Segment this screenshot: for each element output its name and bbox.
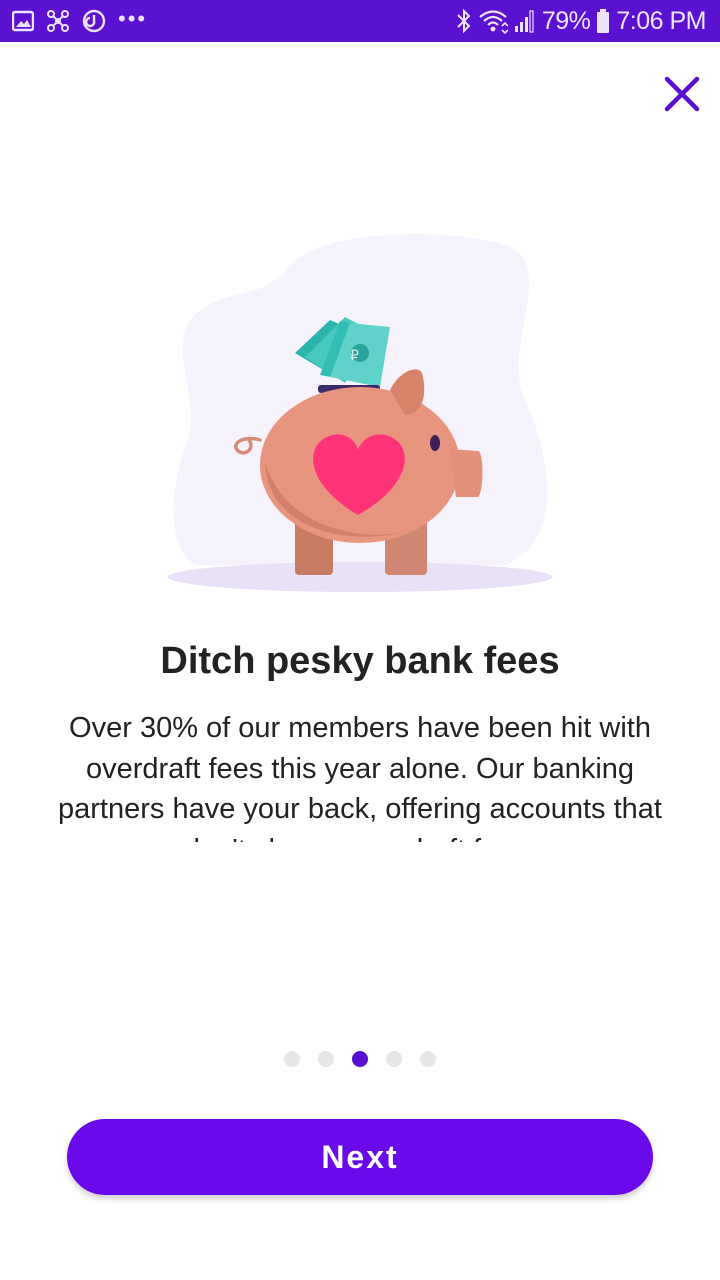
body-text: Over 30% of our members have been hit wi… (58, 712, 662, 842)
image-icon (12, 10, 34, 32)
battery-icon (596, 8, 610, 34)
close-icon (664, 76, 700, 112)
onboarding-screen: ••• 79% 7:06 PM ₽ Ditch pesky bank fees … (0, 0, 720, 1280)
status-left-icons: ••• (12, 7, 147, 35)
page-dot-1[interactable] (284, 1051, 300, 1067)
bluetooth-icon (456, 8, 472, 34)
more-notifications-indicator: ••• (118, 6, 148, 31)
status-right-icons: 79% 7:06 PM (456, 6, 706, 36)
page-dot-4[interactable] (386, 1051, 402, 1067)
status-bar: ••• 79% 7:06 PM (0, 0, 720, 42)
page-dot-2[interactable] (318, 1051, 334, 1067)
ground-shadow-shape (168, 562, 552, 592)
sync-icon (82, 9, 106, 33)
piggy-bank-illustration: ₽ (160, 225, 560, 605)
battery-percent: 79% (541, 6, 591, 35)
signal-icon (514, 9, 536, 33)
page-dot-3-active[interactable] (352, 1051, 368, 1067)
page-indicator (0, 1051, 720, 1069)
page-title: Ditch pesky bank fees (160, 640, 560, 682)
next-button[interactable]: Next (67, 1119, 653, 1195)
network-icon (46, 9, 70, 33)
page-dot-5[interactable] (420, 1051, 436, 1067)
close-button[interactable] (660, 72, 704, 116)
wifi-icon (478, 8, 508, 34)
body-text-container: Over 30% of our members have been hit wi… (40, 708, 680, 842)
svg-text:₽: ₽ (350, 348, 359, 364)
clock: 7:06 PM (616, 6, 706, 35)
